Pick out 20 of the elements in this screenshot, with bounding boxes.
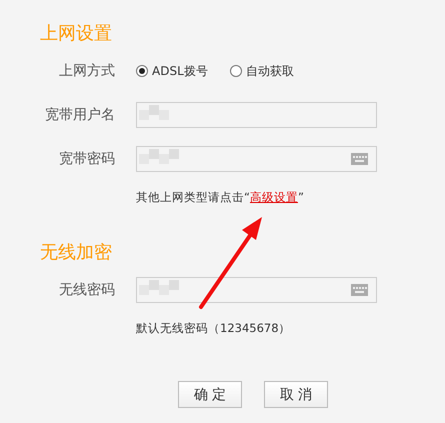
field-label: 宽带用户名: [45, 106, 115, 124]
field-label: 上网方式: [59, 62, 115, 80]
hint-text: 默认无线密码（12345678）: [136, 321, 292, 336]
cancel-button[interactable]: 取 消: [264, 381, 328, 408]
input-field[interactable]: [136, 146, 377, 172]
hint-text: 其他上网类型请点击“高级设置”: [136, 190, 305, 205]
input-field[interactable]: [136, 277, 377, 303]
field-label: 宽带密码: [59, 150, 115, 168]
radio-option[interactable]: ADSL拨号: [136, 62, 208, 80]
confirm-button[interactable]: 确 定: [178, 381, 242, 408]
radio-option[interactable]: 自动获取: [230, 62, 294, 80]
advanced-settings-link[interactable]: 高级设置: [250, 190, 298, 204]
radio-icon[interactable]: [230, 65, 242, 77]
section-title: 无线加密: [39, 241, 113, 265]
input-field[interactable]: [136, 102, 377, 128]
keyboard-icon[interactable]: [351, 284, 368, 296]
section-title: 上网设置: [39, 22, 113, 46]
field-label: 无线密码: [59, 281, 115, 299]
keyboard-icon[interactable]: [351, 153, 368, 165]
radio-icon[interactable]: [136, 65, 148, 77]
